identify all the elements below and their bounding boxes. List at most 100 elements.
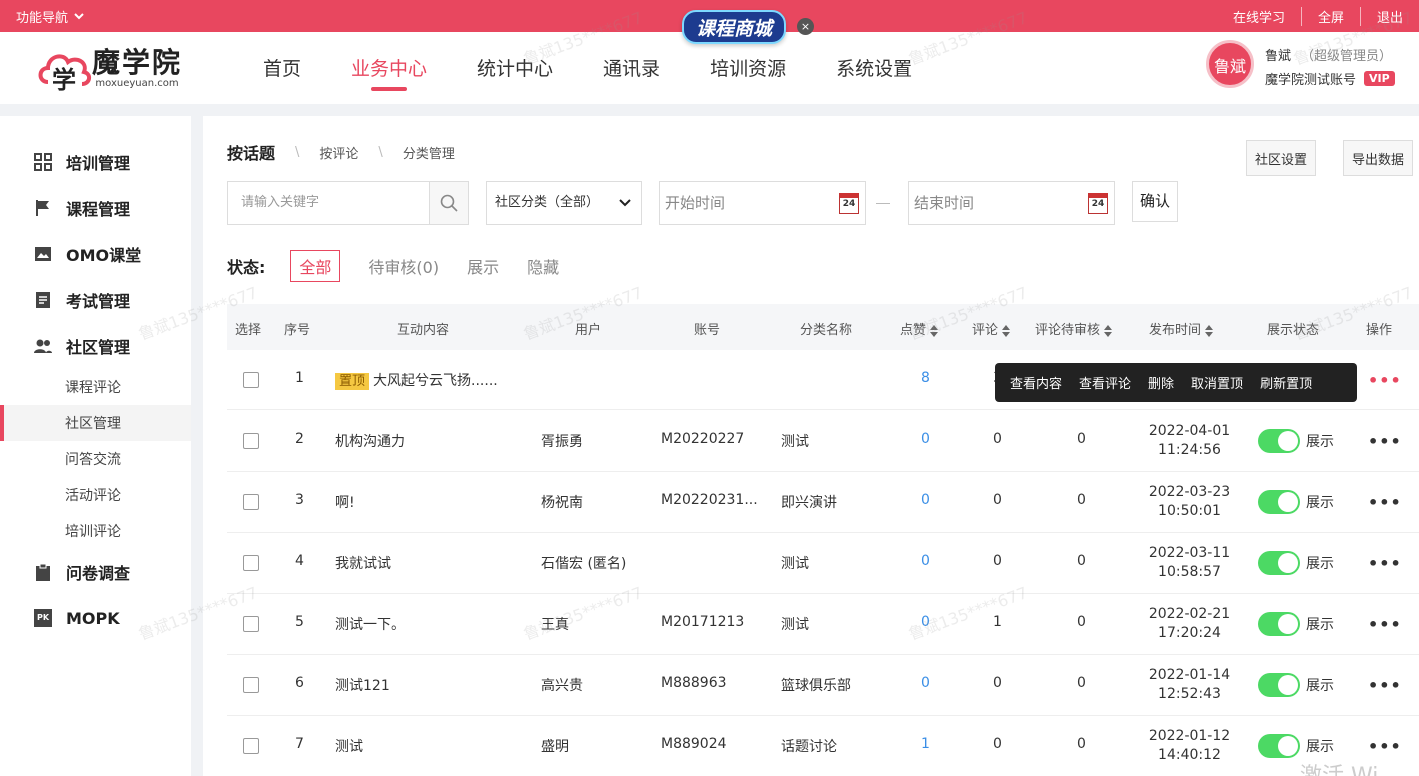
nav-home[interactable]: 首页 bbox=[263, 54, 301, 94]
row-pending: 0 bbox=[1077, 492, 1086, 508]
row-checkbox[interactable] bbox=[243, 433, 259, 449]
row-display-state: 展示 bbox=[1306, 617, 1334, 633]
sidebar-item-exam[interactable]: 考试管理 bbox=[0, 277, 191, 323]
row-content[interactable]: 机构沟通力 bbox=[335, 431, 405, 451]
row-likes[interactable]: 0 bbox=[921, 492, 930, 508]
more-actions-icon[interactable]: ••• bbox=[1368, 554, 1402, 573]
search-input[interactable]: 请输入关键字 bbox=[228, 182, 429, 224]
avatar[interactable]: 鲁斌 bbox=[1206, 40, 1254, 88]
calendar-icon[interactable]: 24 bbox=[1088, 193, 1108, 214]
display-toggle[interactable] bbox=[1258, 490, 1300, 514]
sidebar-item-community[interactable]: 社区管理 bbox=[0, 323, 191, 369]
sort-icon[interactable] bbox=[930, 324, 939, 337]
sidebar-item-training[interactable]: 培训管理 bbox=[0, 139, 191, 185]
sidebar-item-mopk[interactable]: PK MOPK bbox=[0, 595, 191, 641]
display-toggle[interactable] bbox=[1258, 612, 1300, 636]
row-comments: 1 bbox=[993, 614, 1002, 630]
start-date-placeholder: 开始时间 bbox=[665, 194, 726, 212]
refresh-pin-action[interactable]: 刷新置顶 bbox=[1260, 373, 1312, 392]
export-data-button[interactable]: 导出数据 bbox=[1343, 140, 1414, 176]
row-likes[interactable]: 0 bbox=[921, 431, 930, 447]
sidebar-sub-activity-comments[interactable]: 活动评论 bbox=[0, 477, 191, 513]
end-date-field[interactable]: 结束时间 24 bbox=[908, 181, 1115, 225]
col-publish-time[interactable]: 发布时间 bbox=[1149, 319, 1214, 338]
nav-system-settings[interactable]: 系统设置 bbox=[836, 54, 912, 94]
row-likes[interactable]: 8 bbox=[921, 370, 930, 386]
row-pending: 0 bbox=[1077, 675, 1086, 691]
logout-link[interactable]: 退出 bbox=[1359, 7, 1419, 26]
row-likes[interactable]: 0 bbox=[921, 614, 930, 630]
more-actions-icon[interactable]: ••• bbox=[1368, 615, 1402, 634]
category-select[interactable]: 社区分类（全部） bbox=[486, 181, 642, 225]
view-comments-action[interactable]: 查看评论 bbox=[1079, 373, 1131, 392]
more-actions-icon[interactable]: ••• bbox=[1368, 676, 1402, 695]
logo[interactable]: 学 魔学院 moxueyuan.com bbox=[36, 46, 182, 94]
sort-icon[interactable] bbox=[1205, 324, 1214, 337]
row-checkbox[interactable] bbox=[243, 494, 259, 510]
sidebar-sub-course-comments[interactable]: 课程评论 bbox=[0, 369, 191, 405]
row-checkbox[interactable] bbox=[243, 738, 259, 754]
view-content-action[interactable]: 查看内容 bbox=[1010, 373, 1062, 392]
row-content[interactable]: 啊! bbox=[335, 492, 355, 512]
more-actions-icon[interactable]: ••• bbox=[1368, 371, 1402, 390]
row-checkbox[interactable] bbox=[243, 677, 259, 693]
row-checkbox[interactable] bbox=[243, 555, 259, 571]
sort-icon[interactable] bbox=[1104, 324, 1113, 337]
col-pending[interactable]: 评论待审核 bbox=[1035, 319, 1113, 338]
sidebar-sub-community-management[interactable]: 社区管理 bbox=[0, 405, 191, 441]
nav-contacts[interactable]: 通讯录 bbox=[603, 54, 660, 94]
row-content[interactable]: 我就试试 bbox=[335, 553, 391, 573]
sidebar-sub-qa[interactable]: 问答交流 bbox=[0, 441, 191, 477]
status-tab-all[interactable]: 全部 bbox=[290, 250, 341, 282]
table-row: 7 测试 盛明 M889024 话题讨论 1 0 0 2022-01-12 14:40:12 展示 •… bbox=[227, 716, 1419, 776]
status-tab-hidden[interactable]: 隐藏 bbox=[527, 254, 559, 278]
display-toggle[interactable] bbox=[1258, 673, 1300, 697]
col-likes[interactable]: 点赞 bbox=[900, 319, 939, 338]
row-checkbox[interactable] bbox=[243, 616, 259, 632]
row-content[interactable]: 测试 bbox=[335, 736, 363, 756]
more-actions-icon[interactable]: ••• bbox=[1368, 737, 1402, 756]
more-actions-icon[interactable]: ••• bbox=[1368, 432, 1402, 451]
col-comments[interactable]: 评论 bbox=[972, 319, 1011, 338]
sidebar-sub-training-comments[interactable]: 培训评论 bbox=[0, 513, 191, 549]
display-toggle[interactable] bbox=[1258, 734, 1300, 758]
community-settings-button[interactable]: 社区设置 bbox=[1246, 140, 1317, 176]
calendar-icon[interactable]: 24 bbox=[839, 193, 859, 214]
row-checkbox[interactable] bbox=[243, 372, 259, 388]
sidebar-item-omo[interactable]: OMO课堂 bbox=[0, 231, 191, 277]
tab-by-topic[interactable]: 按话题 bbox=[227, 140, 275, 164]
more-actions-icon[interactable]: ••• bbox=[1368, 493, 1402, 512]
row-content[interactable]: 测试一下。 bbox=[335, 614, 405, 634]
row-likes[interactable]: 0 bbox=[921, 675, 930, 691]
image-icon bbox=[34, 245, 52, 263]
status-tab-shown[interactable]: 展示 bbox=[467, 254, 499, 278]
sidebar-item-survey[interactable]: 问卷调查 bbox=[0, 549, 191, 595]
display-toggle[interactable] bbox=[1258, 429, 1300, 453]
nav-statistics-center[interactable]: 统计中心 bbox=[477, 54, 553, 94]
sort-icon[interactable] bbox=[1002, 324, 1011, 337]
close-icon[interactable]: × bbox=[797, 18, 814, 35]
fullscreen-link[interactable]: 全屏 bbox=[1300, 7, 1360, 26]
confirm-button[interactable]: 确认 bbox=[1132, 181, 1178, 222]
row-user: 杨祝南 bbox=[541, 495, 583, 511]
document-icon bbox=[34, 291, 52, 309]
sidebar-item-course[interactable]: 课程管理 bbox=[0, 185, 191, 231]
status-tab-pending[interactable]: 待审核(0) bbox=[368, 254, 439, 278]
tab-by-comment[interactable]: 按评论 bbox=[319, 143, 358, 162]
nav-training-resources[interactable]: 培训资源 bbox=[710, 54, 786, 94]
row-likes[interactable]: 1 bbox=[921, 736, 930, 752]
row-content[interactable]: 测试121 bbox=[335, 675, 390, 695]
online-study-link[interactable]: 在线学习 bbox=[1217, 7, 1301, 26]
row-content[interactable]: 置顶 大风起兮云飞扬...... bbox=[335, 370, 498, 390]
unpin-action[interactable]: 取消置顶 bbox=[1191, 373, 1243, 392]
function-nav[interactable]: 功能导航 bbox=[16, 7, 84, 26]
nav-business-center[interactable]: 业务中心 bbox=[351, 54, 427, 94]
tab-category-management[interactable]: 分类管理 bbox=[403, 143, 455, 162]
delete-action[interactable]: 删除 bbox=[1148, 373, 1174, 392]
search-button[interactable] bbox=[429, 182, 468, 224]
start-date-field[interactable]: 开始时间 24 bbox=[659, 181, 866, 225]
course-mall-banner[interactable]: 课程商城 bbox=[682, 10, 787, 44]
status-filter: 状态: 全部 待审核(0) 展示 隐藏 bbox=[227, 250, 587, 282]
display-toggle[interactable] bbox=[1258, 551, 1300, 575]
row-likes[interactable]: 0 bbox=[921, 553, 930, 569]
